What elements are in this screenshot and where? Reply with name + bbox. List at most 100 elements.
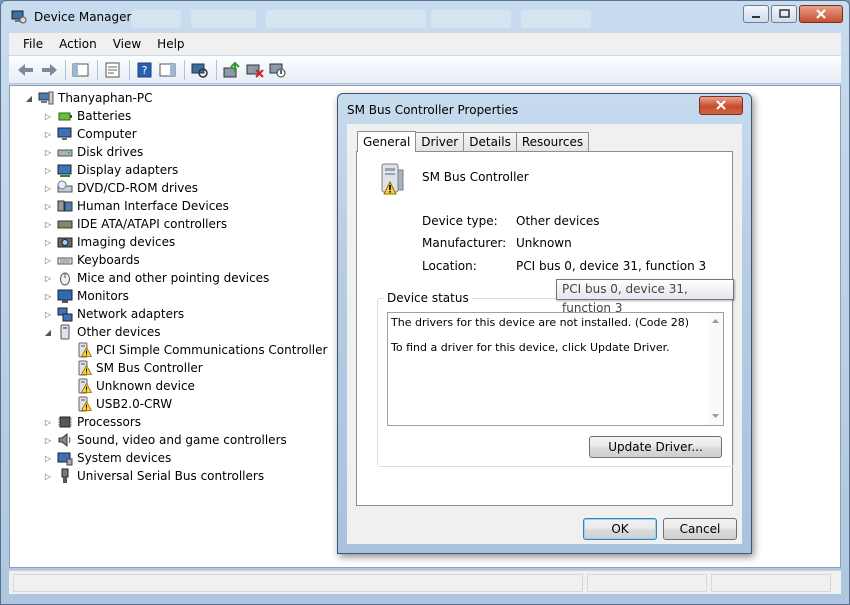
tree-category[interactable]: ▷ Processors (43, 413, 141, 431)
expand-toggle[interactable]: ◢ (24, 94, 34, 103)
forward-button[interactable] (38, 60, 60, 80)
expand-toggle[interactable]: ▷ (43, 112, 53, 121)
tree-item-label: Disk drives (77, 145, 144, 159)
dialog-title: SM Bus Controller Properties (347, 103, 519, 117)
expand-toggle[interactable]: ▷ (43, 238, 53, 247)
show-hide-action-pane-button[interactable] (157, 60, 179, 80)
usb-icon (57, 468, 73, 484)
update-driver-toolbar-button[interactable] (221, 60, 243, 80)
tree-item-label: Batteries (77, 109, 132, 123)
device-type-label: Device type: (422, 214, 498, 228)
expand-toggle[interactable]: ▷ (43, 130, 53, 139)
background-ghost (521, 10, 591, 28)
tree-root[interactable]: ◢ Thanyaphan-PC (24, 89, 153, 107)
toolbar-separator (184, 59, 185, 80)
tree-item-label: Display adapters (77, 163, 179, 177)
expand-toggle[interactable]: ▷ (43, 256, 53, 265)
uninstall-button[interactable] (244, 60, 266, 80)
expand-toggle[interactable]: ▷ (43, 202, 53, 211)
tab-driver[interactable]: Driver (415, 132, 465, 151)
dvd-drive-icon (57, 180, 73, 196)
tree-item-label: IDE ATA/ATAPI controllers (77, 217, 228, 231)
menu-help[interactable]: Help (149, 37, 192, 51)
tree-category[interactable]: ▷ IDE ATA/ATAPI controllers (43, 215, 227, 233)
tree-item-label: Processors (77, 415, 142, 429)
menu-view[interactable]: View (105, 37, 149, 51)
close-icon (716, 100, 726, 110)
scan-hardware-button[interactable] (189, 60, 211, 80)
tree-category[interactable]: ▷ Imaging devices (43, 233, 175, 251)
tree-category[interactable]: ▷ DVD/CD-ROM drives (43, 179, 198, 197)
device-name: SM Bus Controller (422, 170, 529, 184)
tree-category[interactable]: ▷ Disk drives (43, 143, 143, 161)
status-scrollbar[interactable] (708, 313, 723, 425)
expand-toggle[interactable]: ▷ (43, 148, 53, 157)
tree-category[interactable]: ▷ Sound, video and game controllers (43, 431, 287, 449)
tree-category[interactable]: ▷ Universal Serial Bus controllers (43, 467, 264, 485)
restore-icon (779, 9, 790, 18)
tree-item-label: PCI Simple Communications Controller (96, 343, 328, 357)
tree-item-label: Computer (77, 127, 137, 141)
tree-category[interactable]: ◢ Other devices (43, 323, 161, 341)
expand-toggle[interactable]: ▷ (43, 472, 53, 481)
display-adapter-icon (57, 162, 73, 178)
tree-category[interactable]: ▷ Human Interface Devices (43, 197, 229, 215)
back-button[interactable] (15, 60, 37, 80)
status-line-1: The drivers for this device are not inst… (391, 316, 690, 329)
tab-details[interactable]: Details (463, 132, 517, 151)
cancel-button[interactable]: Cancel (663, 518, 737, 540)
update-driver-button[interactable]: Update Driver... (589, 436, 722, 458)
expand-toggle[interactable]: ▷ (43, 274, 53, 283)
tree-category[interactable]: ▷ Keyboards (43, 251, 140, 269)
dialog-close-button[interactable] (699, 96, 743, 115)
tree-device-unknown[interactable]: USB2.0-CRW (62, 395, 172, 413)
tab-general[interactable]: General (357, 131, 417, 152)
tab-strip: General Driver Details Resources (357, 131, 590, 152)
expand-toggle[interactable]: ▷ (43, 166, 53, 175)
keyboard-icon (57, 252, 73, 268)
maximize-button[interactable] (771, 5, 797, 23)
expand-toggle[interactable]: ▷ (43, 220, 53, 229)
tree-device-unknown[interactable]: SM Bus Controller (62, 359, 203, 377)
show-hide-console-tree-button[interactable] (70, 60, 92, 80)
scan-hardware-icon (191, 63, 208, 78)
tree-device-unknown[interactable]: Unknown device (62, 377, 195, 395)
caption-buttons (741, 5, 843, 23)
menu-action[interactable]: Action (51, 37, 105, 51)
minimize-button[interactable] (743, 5, 769, 23)
tab-resources[interactable]: Resources (515, 132, 590, 151)
help-button[interactable]: ? (134, 60, 156, 80)
device-type-value: Other devices (516, 214, 600, 228)
expand-toggle[interactable]: ▷ (43, 454, 53, 463)
tree-category[interactable]: ▷ Mice and other pointing devices (43, 269, 269, 287)
device-status-legend: Device status (384, 291, 472, 305)
tree-category[interactable]: ▷ Monitors (43, 287, 129, 305)
tree-category[interactable]: ▷ Batteries (43, 107, 131, 125)
tree-category[interactable]: ▷ Network adapters (43, 305, 184, 323)
tree-device-unknown[interactable]: PCI Simple Communications Controller (62, 341, 327, 359)
expand-toggle[interactable]: ▷ (43, 310, 53, 319)
menu-file[interactable]: File (15, 37, 51, 51)
properties-button[interactable] (102, 60, 124, 80)
ok-button[interactable]: OK (583, 518, 657, 540)
expand-toggle[interactable]: ◢ (43, 328, 53, 337)
expand-toggle[interactable]: ▷ (43, 418, 53, 427)
tree-category[interactable]: ▷ System devices (43, 449, 171, 467)
close-button[interactable] (799, 5, 843, 23)
disable-button[interactable] (267, 60, 289, 80)
title-bar[interactable]: Device Manager (1, 1, 849, 33)
properties-icon (105, 62, 120, 77)
expand-toggle[interactable]: ▷ (43, 292, 53, 301)
device-status-text[interactable]: The drivers for this device are not inst… (387, 312, 724, 426)
tree-category[interactable]: ▷ Display adapters (43, 161, 178, 179)
scroll-arrows-icon (712, 319, 719, 418)
svg-text:?: ? (142, 64, 148, 77)
manufacturer-label: Manufacturer: (422, 236, 507, 250)
expand-toggle[interactable]: ▷ (43, 184, 53, 193)
expand-toggle[interactable]: ▷ (43, 436, 53, 445)
background-ghost (191, 10, 256, 28)
tree-category[interactable]: ▷ Computer (43, 125, 137, 143)
disable-device-icon (269, 63, 286, 77)
background-ghost (266, 10, 426, 28)
system-devices-icon (57, 450, 73, 466)
